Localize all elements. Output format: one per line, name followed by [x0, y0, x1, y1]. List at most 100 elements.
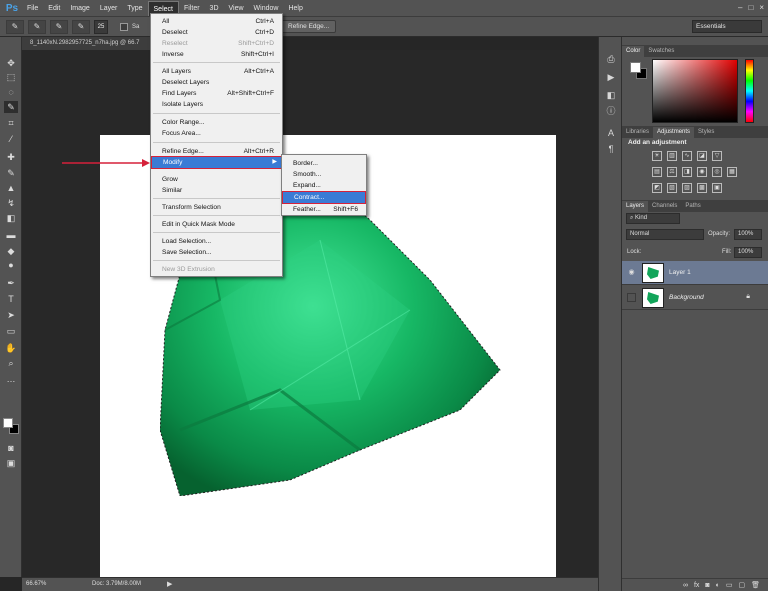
- menu-item-focus-area[interactable]: Focus Area...: [151, 128, 282, 139]
- crop-tool-icon[interactable]: ⌗: [4, 117, 18, 129]
- foreground-color-swatch[interactable]: [3, 418, 13, 428]
- workspace-select[interactable]: Essentials: [692, 20, 762, 33]
- status-menu-arrow-icon[interactable]: ▶: [167, 578, 172, 591]
- invert-icon[interactable]: ◩: [652, 183, 662, 193]
- menu-item-inverse[interactable]: Inverse Shift+Ctrl+I: [151, 49, 282, 60]
- threshold-icon[interactable]: ▨: [682, 183, 692, 193]
- menu-item-contract[interactable]: Contract...: [282, 191, 366, 204]
- tab-channels[interactable]: Channels: [648, 201, 681, 212]
- menu-item-find-layers[interactable]: Find Layers Alt+Shift+Ctrl+F: [151, 88, 282, 99]
- menu-item-transform-selection[interactable]: Transform Selection: [151, 202, 282, 213]
- color-picker-field[interactable]: [652, 59, 738, 123]
- menu-item-expand[interactable]: Expand...: [282, 180, 366, 191]
- photo-filter-icon[interactable]: ◉: [697, 167, 707, 177]
- menu-item-refine-edge[interactable]: Refine Edge... Alt+Ctrl+R: [151, 146, 282, 157]
- tab-color[interactable]: Color: [622, 46, 645, 57]
- pen-tool-icon[interactable]: ✒: [4, 277, 18, 289]
- menu-edit[interactable]: Edit: [43, 1, 65, 16]
- hue-slider[interactable]: [745, 59, 754, 123]
- link-layers-icon[interactable]: ∞: [683, 582, 688, 589]
- menu-item-smooth[interactable]: Smooth...: [282, 169, 366, 180]
- tab-swatches[interactable]: Swatches: [644, 46, 678, 57]
- eye-icon[interactable]: ◉: [627, 268, 636, 277]
- info-icon[interactable]: ⓘ: [605, 105, 617, 117]
- tab-paths[interactable]: Paths: [681, 201, 704, 212]
- history-brush-icon[interactable]: ↯: [4, 197, 18, 209]
- tab-libraries[interactable]: Libraries: [622, 127, 653, 138]
- zoom-level[interactable]: 66.67%: [26, 578, 46, 591]
- eyedropper-tool-icon[interactable]: ⁄: [4, 133, 18, 145]
- actions-icon[interactable]: ▶: [605, 71, 617, 83]
- type-tool-icon[interactable]: T: [4, 293, 18, 305]
- new-selection-icon[interactable]: ✎: [28, 19, 46, 34]
- hand-tool-icon[interactable]: ✋: [4, 342, 18, 354]
- menu-item-deselect-layers[interactable]: Deselect Layers: [151, 77, 282, 88]
- more-tools-icon[interactable]: …: [4, 373, 18, 385]
- subtract-selection-icon[interactable]: ✎: [72, 19, 90, 34]
- color-balance-icon[interactable]: ⚖: [667, 167, 677, 177]
- levels-icon[interactable]: ▥: [667, 151, 677, 161]
- gradient-map-icon[interactable]: ▩: [697, 183, 707, 193]
- tab-adjustments[interactable]: Adjustments: [653, 127, 695, 138]
- menu-item-save-selection[interactable]: Save Selection...: [151, 247, 282, 258]
- history-icon[interactable]: ⎙: [605, 53, 617, 65]
- layer-mask-icon[interactable]: ◙: [705, 582, 709, 589]
- healing-tool-icon[interactable]: ✚: [4, 151, 18, 163]
- menu-image[interactable]: Image: [65, 1, 94, 16]
- layer-filter-kind[interactable]: ⌕ Kind: [626, 213, 680, 224]
- visibility-toggle[interactable]: [627, 293, 636, 302]
- lasso-tool-icon[interactable]: ◌: [4, 86, 18, 98]
- menu-item-quick-mask[interactable]: Edit in Quick Mask Mode: [151, 219, 282, 230]
- layer-row-background[interactable]: Background 🔒︎: [622, 286, 768, 310]
- menu-item-all-layers[interactable]: All Layers Alt+Ctrl+A: [151, 66, 282, 77]
- blur-tool-icon[interactable]: ◆: [4, 245, 18, 257]
- color-lookup-icon[interactable]: ▦: [727, 167, 737, 177]
- curves-icon[interactable]: ∿: [682, 151, 692, 161]
- close-button[interactable]: ×: [759, 3, 764, 12]
- refine-edge-button[interactable]: Refine Edge...: [281, 20, 337, 33]
- menu-help[interactable]: Help: [283, 1, 307, 16]
- exposure-icon[interactable]: ◪: [697, 151, 707, 161]
- vibrance-icon[interactable]: ▽: [712, 151, 722, 161]
- stamp-tool-icon[interactable]: ▲: [4, 182, 18, 194]
- add-selection-icon[interactable]: ✎: [50, 19, 68, 34]
- menu-file[interactable]: File: [22, 1, 43, 16]
- brightness-icon[interactable]: ☀: [652, 151, 662, 161]
- zoom-tool-icon[interactable]: ⌕: [4, 357, 18, 369]
- menu-item-feather[interactable]: Feather... Shift+F6: [282, 204, 366, 215]
- shape-tool-icon[interactable]: ▭: [4, 325, 18, 337]
- blend-mode-select[interactable]: Normal: [626, 229, 704, 240]
- posterize-icon[interactable]: ▧: [667, 183, 677, 193]
- layer-style-icon[interactable]: fx: [694, 582, 699, 589]
- menu-item-border[interactable]: Border...: [282, 158, 366, 169]
- menu-item-load-selection[interactable]: Load Selection...: [151, 236, 282, 247]
- menu-item-color-range[interactable]: Color Range...: [151, 117, 282, 128]
- menu-item-isolate-layers[interactable]: Isolate Layers: [151, 99, 282, 110]
- tab-styles[interactable]: Styles: [694, 127, 718, 138]
- quick-selection-tool-icon[interactable]: ✎: [4, 101, 18, 113]
- opacity-field[interactable]: 100%: [734, 229, 762, 240]
- black-white-icon[interactable]: ◨: [682, 167, 692, 177]
- minimize-button[interactable]: –: [738, 3, 742, 12]
- menu-item-modify[interactable]: Modify ▶: [151, 156, 282, 169]
- path-selection-icon[interactable]: ➤: [4, 309, 18, 321]
- dodge-tool-icon[interactable]: ●: [4, 259, 18, 271]
- menu-item-similar[interactable]: Similar: [151, 185, 282, 196]
- adjustment-layer-icon[interactable]: ◐: [716, 582, 720, 589]
- paragraph-icon[interactable]: ¶: [605, 143, 617, 155]
- foreground-color-chip[interactable]: [630, 62, 641, 73]
- selective-color-icon[interactable]: ▣: [712, 183, 722, 193]
- new-layer-icon[interactable]: ▢: [738, 581, 745, 589]
- menu-type[interactable]: Type: [122, 1, 147, 16]
- layer-row-layer-1[interactable]: ◉ Layer 1: [622, 261, 768, 285]
- menu-item-all[interactable]: All Ctrl+A: [151, 16, 282, 27]
- sample-all-checkbox[interactable]: [120, 22, 128, 31]
- marquee-tool-icon[interactable]: ⬚: [4, 71, 18, 83]
- menu-item-deselect[interactable]: Deselect Ctrl+D: [151, 27, 282, 38]
- gradient-tool-icon[interactable]: ▬: [4, 229, 18, 241]
- properties-icon[interactable]: ◧: [605, 89, 617, 101]
- brush-tool-icon[interactable]: ✎: [4, 167, 18, 179]
- brush-size-field[interactable]: 25: [94, 19, 108, 34]
- hue-saturation-icon[interactable]: ▤: [652, 167, 662, 177]
- brush-preset-icon[interactable]: ✎: [6, 19, 24, 34]
